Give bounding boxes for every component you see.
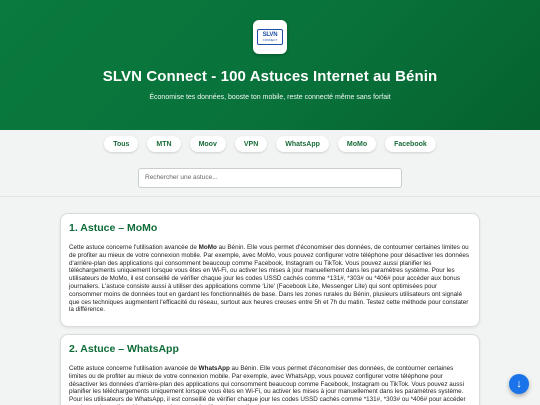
filter-facebook-button[interactable]: Facebook (385, 136, 436, 152)
filter-whatsapp-button[interactable]: WhatsApp (276, 136, 329, 152)
tip-card-title: 2. Astuce – WhatsApp (69, 343, 179, 355)
tip-text-pre: Cette astuce concerne l'utilisation avan… (69, 365, 199, 372)
tip-text-post: au Bénin. Elle vous permet d'économiser … (69, 244, 470, 314)
tip-keyword: WhatsApp (198, 365, 230, 372)
tip-card-body: Cette astuce concerne l'utilisation avan… (69, 365, 471, 405)
tip-keyword: MoMo (198, 244, 217, 251)
tip-text-pre: Cette astuce concerne l'utilisation avan… (69, 244, 199, 251)
search-container (138, 166, 402, 188)
arrow-down-icon: ↓ (516, 378, 522, 390)
filter-bar: Tous MTN Moov VPN WhatsApp MoMo Facebook (0, 136, 540, 152)
app-logo: SLVN CONNECT (253, 20, 287, 54)
filter-vpn-button[interactable]: VPN (234, 136, 268, 152)
tip-card: 2. Astuce – WhatsApp Cette astuce concer… (60, 334, 480, 405)
tip-card-title: 1. Astuce – MoMo (69, 222, 158, 234)
filter-moov-button[interactable]: Moov (189, 136, 226, 152)
hero-header: SLVN CONNECT SLVN Connect - 100 Astuces … (0, 0, 540, 130)
page-title: SLVN Connect - 100 Astuces Internet au B… (102, 68, 438, 85)
tip-card: 1. Astuce – MoMo Cette astuce concerne l… (60, 213, 480, 327)
filter-mtn-button[interactable]: MTN (147, 136, 181, 152)
logo-subtext: CONNECT (262, 38, 278, 42)
scroll-down-button[interactable]: ↓ (509, 374, 529, 394)
logo-mark: SLVN CONNECT (257, 29, 283, 45)
filter-momo-button[interactable]: MoMo (337, 136, 377, 152)
section-divider (0, 196, 540, 197)
search-input[interactable] (138, 167, 402, 188)
page-subtitle: Économise tes données, booste ton mobile… (149, 94, 391, 101)
filter-tous-button[interactable]: Tous (104, 136, 139, 152)
tip-card-body: Cette astuce concerne l'utilisation avan… (69, 244, 471, 314)
